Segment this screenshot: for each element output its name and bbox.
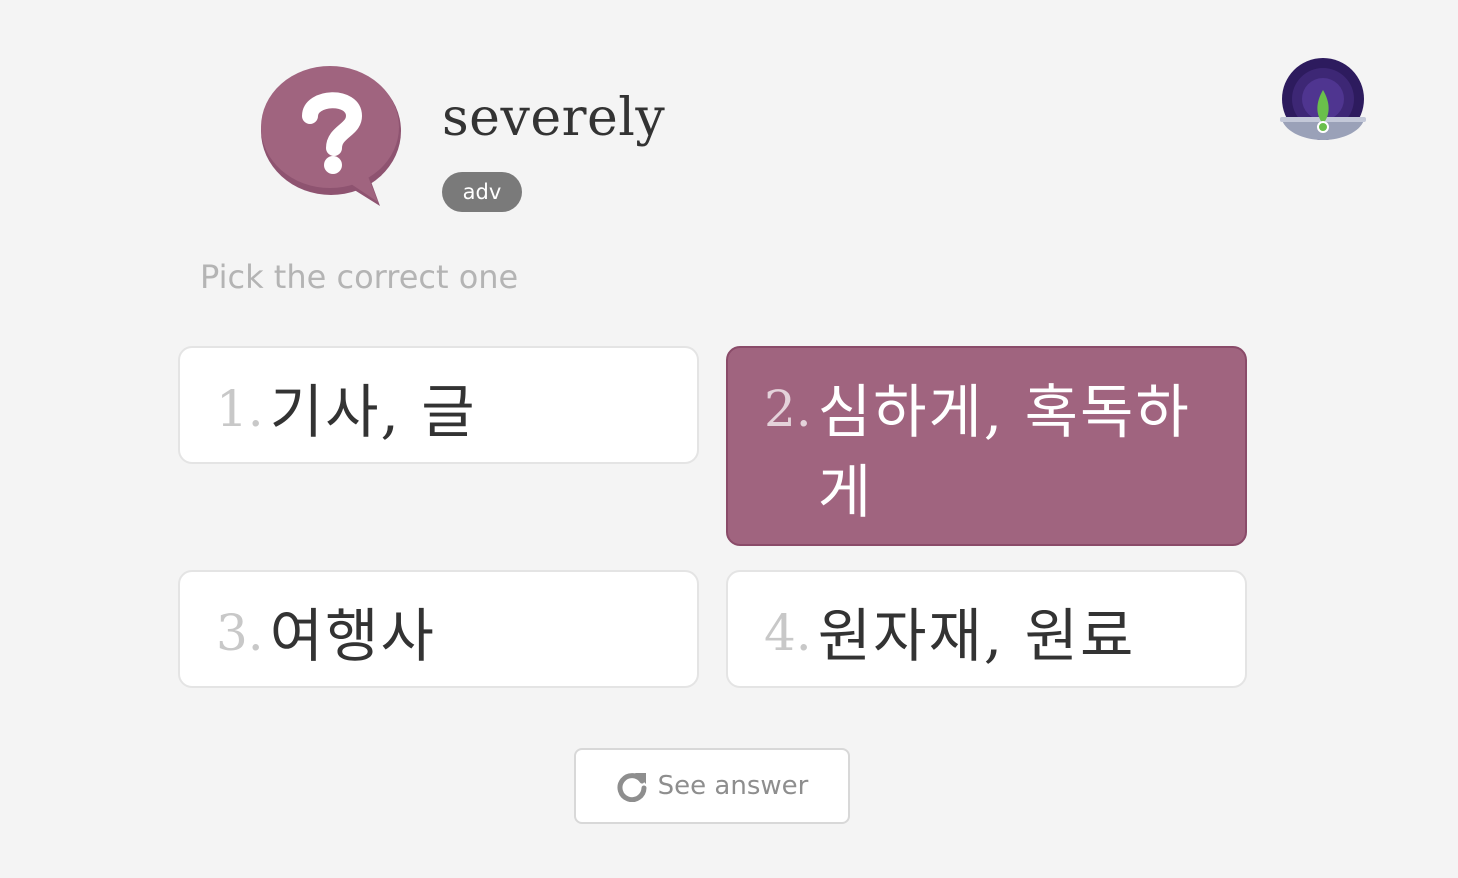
option-text: 원자재, 원료 bbox=[817, 602, 1136, 670]
answer-option-1[interactable]: 1. 기사, 글 bbox=[178, 346, 699, 464]
answer-option-2[interactable]: 2. 심하게, 혹독하게 bbox=[726, 346, 1247, 546]
option-text: 여행사 bbox=[269, 602, 436, 670]
option-number: 2. bbox=[764, 380, 812, 438]
option-text: 기사, 글 bbox=[269, 378, 477, 446]
answer-option-3[interactable]: 3. 여행사 bbox=[178, 570, 699, 688]
instruction-text: Pick the correct one bbox=[200, 258, 519, 296]
question-bubble-icon bbox=[260, 64, 406, 208]
refresh-icon bbox=[617, 773, 647, 802]
option-number: 1. bbox=[216, 380, 264, 438]
vocabulary-word: severely bbox=[442, 88, 666, 148]
answer-option-4[interactable]: 4. 원자재, 원료 bbox=[726, 570, 1247, 688]
see-answer-button[interactable]: See answer bbox=[574, 748, 850, 824]
see-answer-label: See answer bbox=[657, 771, 809, 801]
option-text: 심하게, 혹독하게 bbox=[817, 378, 1191, 526]
part-of-speech-badge: adv bbox=[442, 172, 522, 212]
option-number: 4. bbox=[764, 604, 812, 662]
app-logo-icon[interactable] bbox=[1280, 56, 1366, 142]
option-number: 3. bbox=[216, 604, 264, 662]
